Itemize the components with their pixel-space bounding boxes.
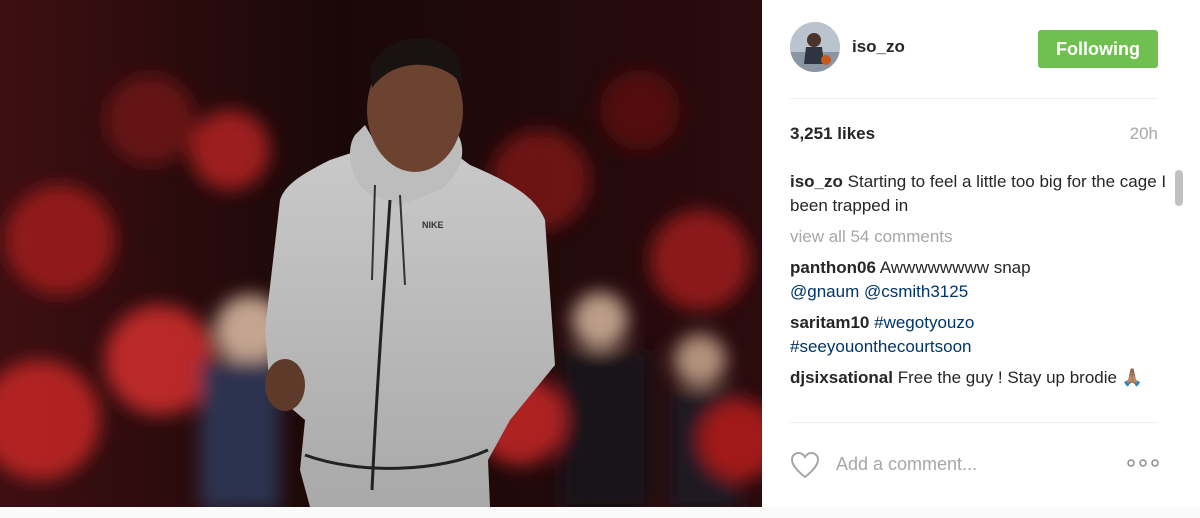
caption: iso_zo Starting to feel a little too big…: [790, 170, 1170, 218]
comment-text: Awwwwwwww snap: [879, 258, 1031, 277]
photo-illustration: NIKE: [0, 0, 762, 507]
heart-icon[interactable]: [790, 451, 820, 479]
avatar[interactable]: [790, 22, 840, 72]
likes-count[interactable]: 3,251 likes: [790, 124, 875, 144]
list-item: panthon06 Awwwwwwww snap @gnaum @csmith3…: [790, 256, 1170, 304]
avatar-image: [790, 22, 840, 72]
header-divider: [790, 98, 1158, 99]
comment-hashtag[interactable]: #wegotyouzo: [874, 313, 974, 332]
comment-hashtag[interactable]: #seeyouonthecourtsoon: [790, 337, 971, 356]
footer-divider: [790, 422, 1158, 423]
comments-scrollbar[interactable]: [1172, 168, 1186, 422]
post-photo[interactable]: NIKE: [0, 0, 762, 507]
caption-username[interactable]: iso_zo: [790, 172, 843, 191]
following-button[interactable]: Following: [1038, 30, 1158, 68]
more-options-icon[interactable]: [1126, 456, 1160, 470]
post-timestamp[interactable]: 20h: [1130, 124, 1158, 144]
add-comment-input[interactable]: [836, 449, 1106, 479]
comment-username[interactable]: panthon06: [790, 258, 876, 277]
comment-text: Free the guy ! Stay up brodie 🙏🏽: [897, 368, 1143, 387]
caption-text: Starting to feel a little too big for th…: [790, 172, 1167, 215]
comments-list: iso_zo Starting to feel a little too big…: [790, 170, 1170, 420]
list-item: saritam10 #wegotyouzo #seeyouonthecourts…: [790, 311, 1170, 359]
comment-username[interactable]: djsixsational: [790, 368, 893, 387]
comment-username[interactable]: saritam10: [790, 313, 869, 332]
list-item: djsixsational Free the guy ! Stay up bro…: [790, 366, 1170, 390]
post-side-panel: iso_zo Following 3,251 likes 20h iso_zo …: [762, 0, 1200, 507]
comment-mentions[interactable]: @gnaum @csmith3125: [790, 282, 968, 301]
page-bottom-strip: [0, 507, 1200, 518]
view-all-comments-link[interactable]: view all 54 comments: [790, 225, 1170, 249]
post-username[interactable]: iso_zo: [852, 37, 905, 57]
post-header: iso_zo Following: [790, 22, 1158, 76]
scrollbar-thumb[interactable]: [1175, 170, 1183, 206]
photo-logo: NIKE: [422, 220, 444, 230]
